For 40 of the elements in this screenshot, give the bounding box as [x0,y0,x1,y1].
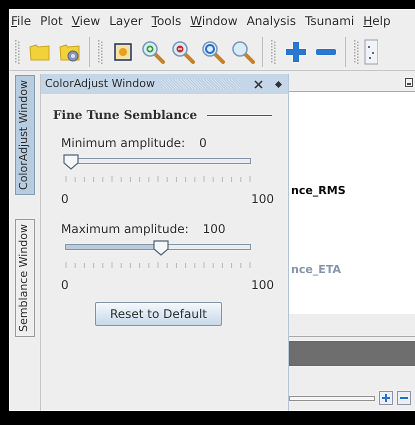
slider-value: 0 [199,135,207,152]
side-tab[interactable]: ColorAdjust Window [14,75,34,195]
menu-item[interactable]: File [11,12,32,30]
menu-item[interactable]: Analysis [246,12,296,30]
section-title: Fine Tune Semblance [53,107,198,124]
side-tab[interactable]: Semblance Window [14,218,34,337]
slider-min-label: 0 [61,191,69,208]
title-bar-grip[interactable] [160,79,240,89]
slider-max-label: 100 [251,191,274,208]
plus-icon [382,394,390,402]
slider[interactable] [63,240,253,256]
toolbar-grip-icon [271,40,277,64]
list-item[interactable]: nce_RMS [291,183,415,200]
toolbar-grip-icon [354,40,360,64]
slider-value: 100 [202,221,226,238]
plus-button[interactable] [379,391,393,405]
pin-icon[interactable] [275,80,282,88]
maximize-icon[interactable] [405,78,413,87]
menu-item[interactable]: Help [363,12,391,30]
reset-button[interactable]: Reset to Default [94,302,222,326]
toolbar-grip-icon [98,40,104,64]
slider-label: Maximum amplitude: [61,221,189,238]
slider[interactable] [63,154,253,170]
minus-button[interactable] [397,391,411,405]
slider-label: Minimum amplitude: [61,135,186,152]
scatter-plot-icon[interactable] [364,38,378,64]
menu-item[interactable]: Tsunami [305,12,354,30]
slider-min-label: 0 [61,277,69,294]
panel-title: ColorAdjust Window [45,76,155,92]
menu-item[interactable]: View [72,12,100,30]
close-icon[interactable] [254,80,263,88]
slider-max-label: 100 [251,277,274,294]
minus-icon [400,394,408,402]
menu-item[interactable]: Plot [40,12,63,30]
slider-thumb[interactable] [63,154,79,170]
menu-item[interactable]: Window [190,12,238,30]
menu-item[interactable]: Layer [109,12,143,30]
menu-item[interactable]: Tools [152,12,182,30]
toolbar-grip-icon [15,40,21,64]
slider-thumb[interactable] [152,240,169,256]
